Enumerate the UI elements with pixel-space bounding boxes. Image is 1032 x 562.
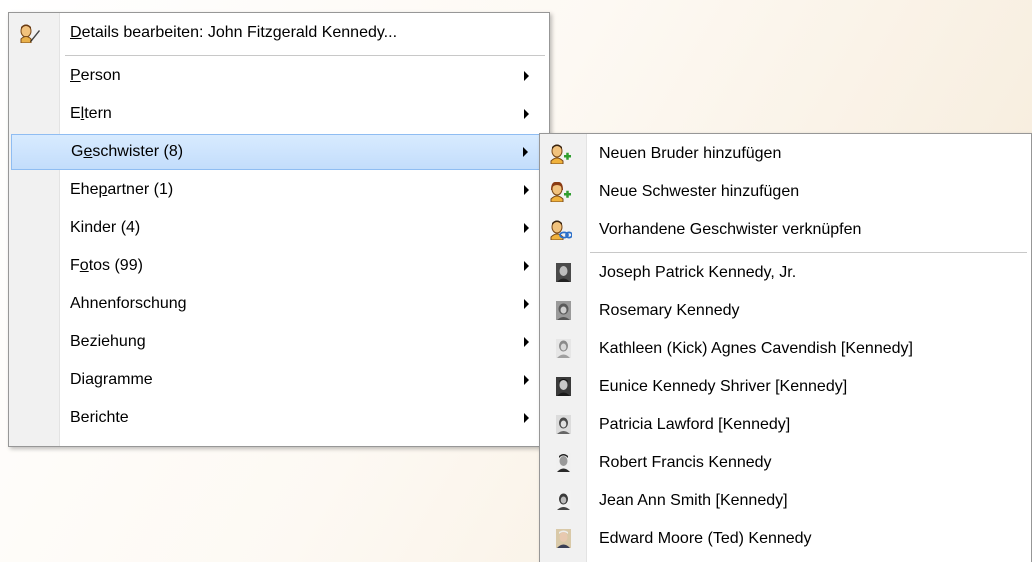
submenu-item-sibling[interactable]: Robert Francis Kennedy <box>542 445 1029 481</box>
menu-item-label: Diagramme <box>70 371 153 388</box>
submenu-item-sibling[interactable]: Eunice Kennedy Shriver [Kennedy] <box>542 369 1029 405</box>
photo-icon <box>556 491 571 510</box>
submenu-arrow-icon <box>524 413 529 423</box>
photo-icon <box>556 529 571 548</box>
context-menu: Details bearbeiten: John Fitzgerald Kenn… <box>8 12 550 447</box>
photo-icon <box>556 301 571 320</box>
submenu-arrow-icon <box>524 223 529 233</box>
submenu-item-add-sister[interactable]: Neue Schwester hinzufügen <box>542 174 1029 210</box>
submenu-item-label: Jean Ann Smith [Kennedy] <box>599 492 788 509</box>
menu-item-beziehung[interactable]: Beziehung <box>11 324 547 360</box>
submenu-arrow-icon <box>524 71 529 81</box>
submenu-item-sibling[interactable]: Kathleen (Kick) Agnes Cavendish [Kennedy… <box>542 331 1029 367</box>
submenu-item-add-brother[interactable]: Neuen Bruder hinzufügen <box>542 136 1029 172</box>
submenu-item-sibling[interactable]: Patricia Lawford [Kennedy] <box>542 407 1029 443</box>
menu-item-details[interactable]: Details bearbeiten: John Fitzgerald Kenn… <box>11 15 547 51</box>
menu-item-fotos[interactable]: Fotos (99) <box>11 248 547 284</box>
menu-item-label: Kinder (4) <box>70 219 141 236</box>
submenu-item-label: Patricia Lawford [Kennedy] <box>599 416 791 433</box>
add-sister-icon <box>550 181 572 203</box>
menu-item-label: Fotos (99) <box>70 257 143 274</box>
submenu-item-label: Neue Schwester hinzufügen <box>599 183 800 200</box>
menu-item-label: Person <box>70 67 121 84</box>
add-brother-icon <box>550 144 572 165</box>
submenu-arrow-icon <box>523 147 528 157</box>
menu-item-label: Beziehung <box>70 333 146 350</box>
submenu-item-sibling[interactable]: Jean Ann Smith [Kennedy] <box>542 483 1029 519</box>
menu-item-berichte[interactable]: Berichte <box>11 400 547 436</box>
menu-item-ehepartner[interactable]: Ehepartner (1) <box>11 172 547 208</box>
edit-person-icon <box>19 23 41 44</box>
photo-icon <box>556 339 571 358</box>
menu-item-label: Details bearbeiten: John Fitzgerald Kenn… <box>70 24 398 41</box>
submenu-item-label: Kathleen (Kick) Agnes Cavendish [Kennedy… <box>599 340 913 357</box>
menu-separator <box>590 252 1027 254</box>
submenu-item-label: Edward Moore (Ted) Kennedy <box>599 530 812 547</box>
menu-item-label: Ehepartner (1) <box>70 181 174 198</box>
submenu-item-label: Joseph Patrick Kennedy, Jr. <box>599 264 797 281</box>
photo-icon <box>556 263 571 282</box>
submenu-arrow-icon <box>524 185 529 195</box>
photo-icon <box>556 415 571 434</box>
submenu-item-label: Vorhandene Geschwister verknüpfen <box>599 221 862 238</box>
submenu-arrow-icon <box>524 109 529 119</box>
menu-item-label: Geschwister (8) <box>71 143 184 160</box>
menu-separator <box>65 55 545 57</box>
menu-item-label: Eltern <box>70 105 112 122</box>
menu-item-geschwister[interactable]: Geschwister (8) <box>11 134 547 170</box>
submenu-item-link-siblings[interactable]: Vorhandene Geschwister verknüpfen <box>542 212 1029 248</box>
submenu-item-label: Eunice Kennedy Shriver [Kennedy] <box>599 378 848 395</box>
link-siblings-icon <box>550 220 573 241</box>
submenu-arrow-icon <box>524 337 529 347</box>
menu-item-label: Berichte <box>70 409 129 426</box>
menu-item-kinder[interactable]: Kinder (4) <box>11 210 547 246</box>
menu-item-label: Ahnenforschung <box>70 295 187 312</box>
menu-item-eltern[interactable]: Eltern <box>11 96 547 132</box>
submenu-item-sibling[interactable]: Edward Moore (Ted) Kennedy <box>542 521 1029 557</box>
menu-item-person[interactable]: Person <box>11 58 547 94</box>
submenu-item-label: Rosemary Kennedy <box>599 302 740 319</box>
submenu-arrow-icon <box>524 261 529 271</box>
submenu-arrow-icon <box>524 375 529 385</box>
siblings-submenu: Neuen Bruder hinzufügen Neue Schwester h… <box>539 133 1032 562</box>
menu-item-diagramme[interactable]: Diagramme <box>11 362 547 398</box>
submenu-item-label: Robert Francis Kennedy <box>599 454 772 471</box>
photo-icon <box>556 453 571 472</box>
submenu-item-label: Neuen Bruder hinzufügen <box>599 145 782 162</box>
submenu-item-sibling[interactable]: Joseph Patrick Kennedy, Jr. <box>542 255 1029 291</box>
submenu-item-sibling[interactable]: Rosemary Kennedy <box>542 293 1029 329</box>
menu-item-ahnenforschung[interactable]: Ahnenforschung <box>11 286 547 322</box>
photo-icon <box>556 377 571 396</box>
submenu-arrow-icon <box>524 299 529 309</box>
